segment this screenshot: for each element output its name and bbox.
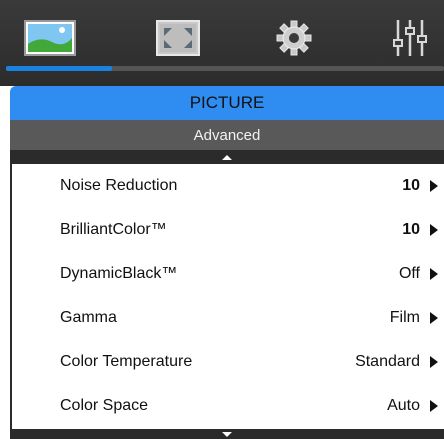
menu-tab-bar (0, 0, 444, 86)
scroll-down-bar[interactable] (10, 429, 444, 439)
setting-row-brilliantcolor[interactable]: BrilliantColor™ 10 (12, 208, 444, 252)
setting-row-noise-reduction[interactable]: Noise Reduction 10 (12, 164, 444, 208)
chevron-right-icon[interactable] (430, 312, 438, 324)
picture-icon (24, 20, 76, 56)
menu-title: PICTURE (10, 86, 444, 120)
chevron-up-icon (222, 155, 232, 160)
chevron-right-icon[interactable] (430, 224, 438, 236)
setting-value: Off (398, 265, 420, 282)
setting-row-color-temperature[interactable]: Color Temperature Standard (12, 340, 444, 384)
setting-row-color-space[interactable]: Color Space Auto (12, 384, 444, 428)
setting-label: Color Temperature (60, 353, 193, 370)
chevron-right-icon[interactable] (430, 268, 438, 280)
tab-setup[interactable] (254, 10, 334, 66)
setting-value: 10 (402, 177, 420, 194)
setting-label: Gamma (60, 309, 117, 326)
settings-list: Noise Reduction 10 BrilliantColor™ 10 Dy… (12, 164, 444, 428)
setting-value: Standard (355, 353, 420, 370)
chevron-right-icon[interactable] (430, 400, 438, 412)
setting-label: BrilliantColor™ (60, 221, 167, 238)
setting-row-gamma[interactable]: Gamma Film (12, 296, 444, 340)
setting-row-dynamicblack[interactable]: DynamicBlack™ Off (12, 252, 444, 296)
tab-display[interactable] (138, 10, 218, 66)
chevron-down-icon (222, 432, 232, 437)
chevron-right-icon[interactable] (430, 180, 438, 192)
scroll-up-bar[interactable] (10, 150, 444, 164)
display-resize-icon (156, 20, 200, 56)
setting-value: Auto (387, 397, 420, 414)
chevron-right-icon[interactable] (430, 356, 438, 368)
tab-picture[interactable] (10, 10, 90, 66)
setting-label: Color Space (60, 397, 149, 414)
setting-value: Film (389, 309, 420, 326)
setting-label: Noise Reduction (60, 177, 178, 194)
setting-label: DynamicBlack™ (60, 265, 178, 282)
setting-value: 10 (402, 221, 420, 238)
menu-subtitle: Advanced (10, 120, 444, 150)
tab-audio[interactable] (370, 10, 444, 66)
tab-active-indicator (6, 66, 112, 71)
equalizer-icon (393, 20, 427, 56)
gear-icon (276, 20, 312, 56)
